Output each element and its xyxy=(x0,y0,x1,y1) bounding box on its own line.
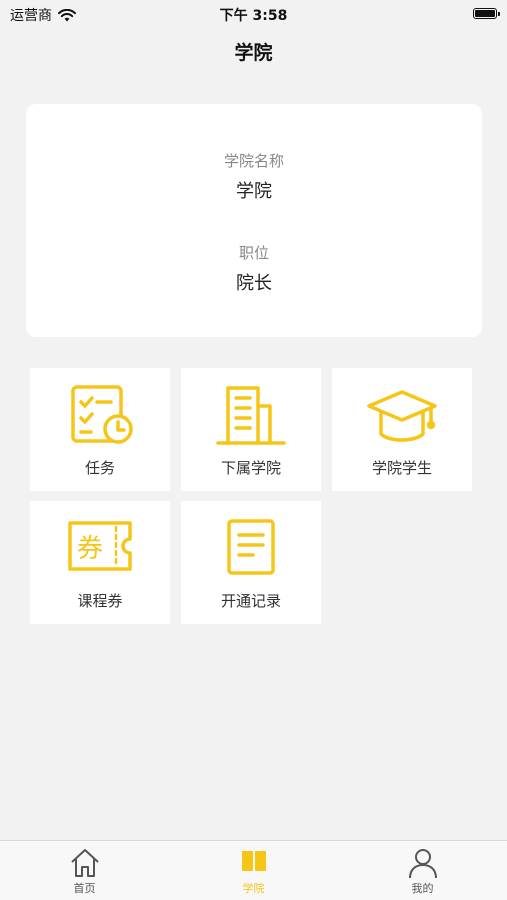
svg-text:券: 券 xyxy=(77,534,103,564)
tab-label-home: 首页 xyxy=(73,882,96,895)
college-name-group: 学院名称 学院 xyxy=(26,150,482,203)
page-title: 学院 xyxy=(234,42,273,64)
graduation-cap-icon xyxy=(367,390,437,442)
position-group: 职位 院长 xyxy=(26,242,482,295)
position-label: 职位 xyxy=(238,244,269,262)
tab-home[interactable]: 首页 xyxy=(0,841,169,900)
battery-fill xyxy=(475,10,495,17)
grid-item-sub-colleges[interactable]: 下属学院 xyxy=(181,368,321,491)
coupon-ticket-icon: 券 xyxy=(68,521,132,571)
tab-label-mine: 我的 xyxy=(411,882,434,895)
grid-label-task: 任务 xyxy=(84,459,115,477)
grid-label-activation-records: 开通记录 xyxy=(220,592,281,610)
status-bar: 运营商 下午 3:58 xyxy=(0,0,507,28)
grid-label-college-students: 学院学生 xyxy=(371,459,432,477)
screen: 运营商 下午 3:58 学院 学院名称 学院 职位 院长 任务 下属学院 学院学… xyxy=(0,0,507,900)
tab-college[interactable]: 学院 xyxy=(169,841,338,900)
grid-item-college-students[interactable]: 学院学生 xyxy=(332,368,472,491)
user-icon xyxy=(408,849,437,879)
grid-item-course-coupon[interactable]: 券 课程券 xyxy=(30,501,170,624)
college-name-value: 学院 xyxy=(236,181,272,202)
task-checklist-clock-icon xyxy=(71,385,133,444)
tab-bar: 首页 学院 我的 xyxy=(0,840,507,900)
document-record-icon xyxy=(227,519,275,575)
home-icon xyxy=(70,849,99,877)
tab-label-college: 学院 xyxy=(242,882,265,895)
grid-item-task[interactable]: 任务 xyxy=(30,368,170,491)
battery-icon xyxy=(473,8,500,19)
college-name-label: 学院名称 xyxy=(223,152,284,170)
building-icon xyxy=(216,386,286,445)
grid-label-sub-colleges: 下属学院 xyxy=(220,459,281,477)
position-value: 院长 xyxy=(236,273,272,294)
book-icon xyxy=(241,851,266,871)
college-info-card: 学院名称 学院 职位 院长 xyxy=(26,104,482,337)
tab-mine[interactable]: 我的 xyxy=(338,841,507,900)
grid-label-course-coupon: 课程券 xyxy=(77,592,123,610)
status-time: 下午 3:58 xyxy=(219,8,288,24)
grid-item-activation-records[interactable]: 开通记录 xyxy=(181,501,321,624)
